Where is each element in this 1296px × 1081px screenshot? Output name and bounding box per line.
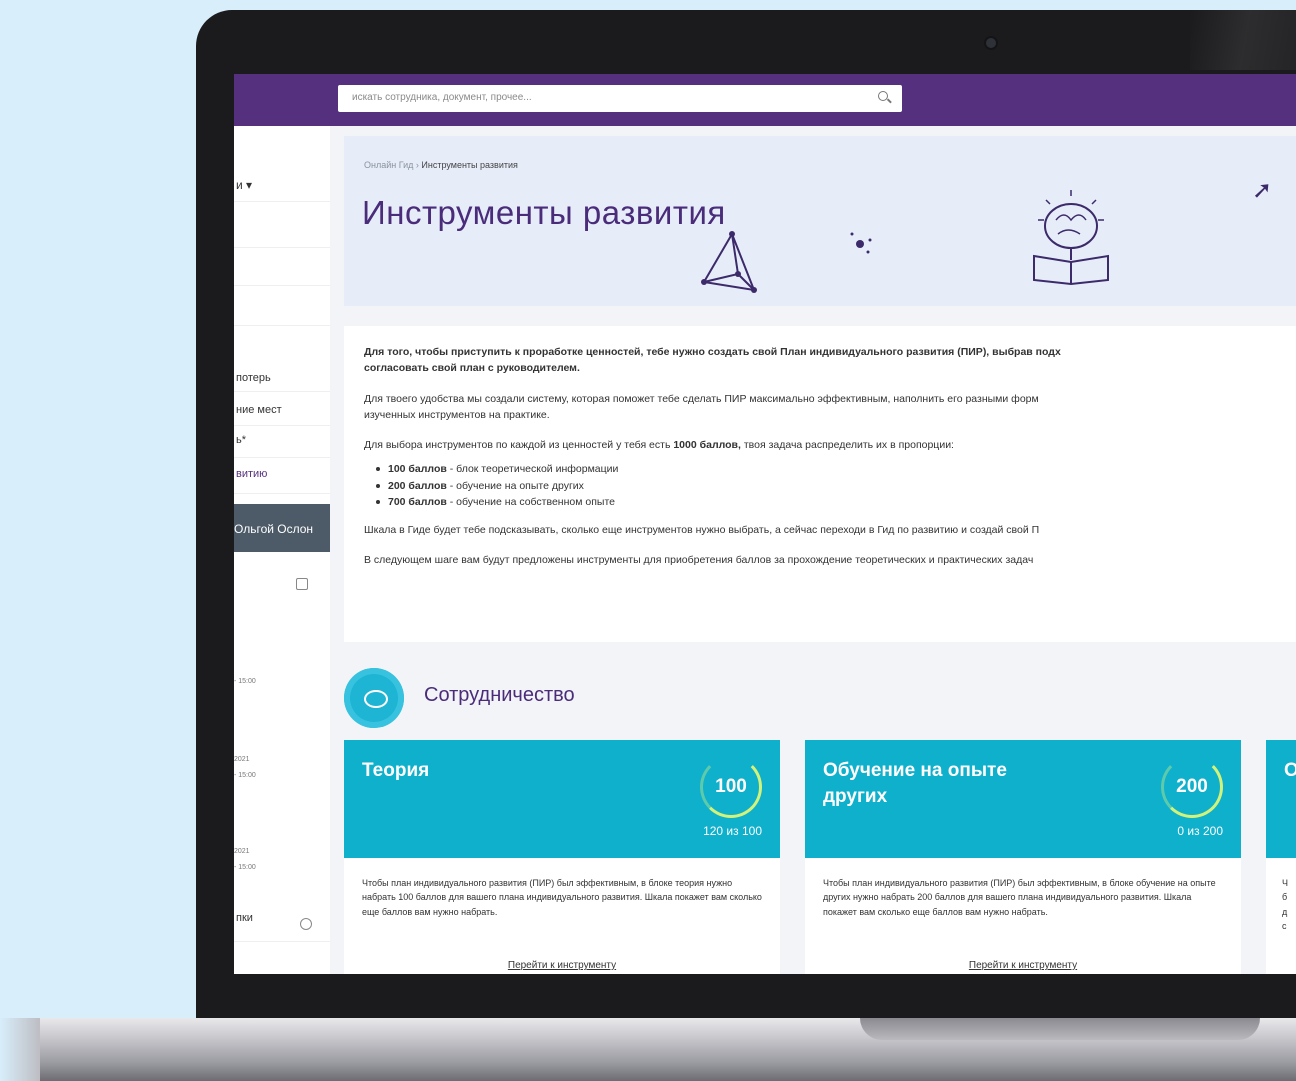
sidebar-item-places[interactable]: ние мест	[234, 404, 330, 426]
points-value: 100	[715, 776, 747, 797]
card-description: Чтобы план индивидуального развития (ПИР…	[362, 878, 762, 917]
points-value: 200	[1176, 776, 1208, 797]
sidebar-item-user[interactable]: Ольгой Ослон	[234, 504, 330, 552]
search-input[interactable]: искать сотрудника, документ, прочее...	[338, 85, 902, 112]
event-date-3: 2021	[234, 848, 250, 855]
brain-book-icon	[1033, 190, 1109, 286]
laptop-notch	[860, 1018, 1260, 1040]
laptop-base-edge	[0, 1018, 40, 1081]
card-title: Обучение на опыте других	[823, 760, 1007, 807]
sidebar-item-blank-3[interactable]	[234, 286, 330, 326]
list-item: 200 баллов - обучение на опыте других	[374, 478, 1276, 494]
camera-icon	[986, 38, 996, 48]
sidebar-item-losses[interactable]: потерь	[234, 372, 330, 392]
sidebar-item-menu[interactable]: и ▾	[234, 178, 330, 202]
laptop-screen: искать сотрудника, документ, прочее... и…	[234, 74, 1296, 974]
event-date-2: 2021	[234, 756, 250, 763]
intro-p3-post: твоя задача распределить их в пропорции:	[740, 439, 954, 452]
event-time-1: - 15:00	[234, 678, 256, 685]
intro-p2-line1: Для твоего удобства мы создали систему, …	[364, 392, 1039, 405]
search-placeholder: искать сотрудника, документ, прочее...	[352, 92, 532, 103]
intro-p3-pre: Для выбора инструментов по каждой из цен…	[364, 439, 674, 452]
sidebar-item-blank-2[interactable]	[234, 248, 330, 286]
intro-p3-bold: 1000 баллов,	[673, 439, 741, 452]
breadcrumb-current: Инструменты развития	[421, 160, 518, 170]
points-list: 100 баллов - блок теоретической информац…	[374, 461, 1276, 510]
go-to-tool-link[interactable]: Перейти к инструменту	[805, 960, 1241, 971]
intro-p1-line1: Для того, чтобы приступить к проработке …	[364, 346, 1061, 358]
breadcrumb-separator: ›	[415, 160, 419, 170]
event-time-3: - 15:00	[234, 864, 256, 871]
pyramid-icon	[701, 231, 757, 293]
breadcrumb: Онлайн Гид › Инструменты развития	[364, 160, 518, 170]
card-description: Чтобы план индивидуального развития (ПИР…	[823, 878, 1216, 917]
arrow-up-right-icon: ➚	[1252, 177, 1273, 204]
dots-icon	[850, 232, 872, 254]
card-own-experience: О с Ч б д с	[1266, 740, 1296, 974]
calendar-icon[interactable]	[296, 578, 308, 590]
card-header: О с	[1266, 740, 1296, 858]
page-title: Инструменты развития	[362, 194, 726, 231]
progress-text: 120 из 100	[703, 824, 762, 838]
intro-p4: Шкала в Гиде будет тебе подсказывать, ск…	[364, 524, 1040, 537]
card-title: О с	[1284, 760, 1296, 781]
card-theory: Теория 100 120 из 100 Чтобы план индивид…	[344, 740, 780, 974]
cooperation-icon	[344, 668, 404, 728]
settings-icon[interactable]	[300, 918, 312, 930]
intro-p5: В следующем шаге вам будут предложены ин…	[364, 554, 1034, 567]
screen-glare	[1190, 10, 1296, 70]
card-header: Теория 100 120 из 100	[344, 740, 780, 858]
sidebar-item-blank-1[interactable]	[234, 210, 330, 248]
event-time-2: - 15:00	[234, 772, 256, 779]
sidebar-item-misc[interactable]: ь*	[234, 434, 330, 458]
list-item: 700 баллов - обучение на собственном опы…	[374, 494, 1276, 510]
sidebar: и ▾ потерь ние мест ь* витию Ольгой Осло…	[234, 126, 330, 974]
card-description: Ч б д с	[1282, 878, 1288, 932]
search-icon[interactable]	[878, 91, 888, 101]
intro-text: Для того, чтобы приступить к проработке …	[344, 326, 1296, 642]
top-bar: искать сотрудника, документ, прочее...	[234, 74, 1296, 126]
sidebar-item-bottom[interactable]: пки	[234, 912, 330, 942]
breadcrumb-home[interactable]: Онлайн Гид	[364, 160, 413, 170]
sidebar-item-development[interactable]: витию	[234, 468, 330, 494]
go-to-tool-link[interactable]: Перейти к инструменту	[344, 960, 780, 971]
progress-text: 0 из 200	[1177, 824, 1223, 838]
section-title: Сотрудничество	[424, 684, 575, 706]
main-content: Онлайн Гид › Инструменты развития Инстру…	[344, 136, 1296, 974]
hero-banner: Онлайн Гид › Инструменты развития Инстру…	[344, 136, 1296, 306]
card-header: Обучение на опыте других 200 0 из 200	[805, 740, 1241, 858]
intro-p2-line2: изученных инструментов на практике.	[364, 408, 550, 421]
card-title: Теория	[362, 760, 430, 781]
intro-p1-line2: согласовать свой план с руководителем.	[364, 362, 580, 375]
list-item: 100 баллов - блок теоретической информац…	[374, 461, 1276, 477]
card-others-experience: Обучение на опыте других 200 0 из 200 Чт…	[805, 740, 1241, 974]
